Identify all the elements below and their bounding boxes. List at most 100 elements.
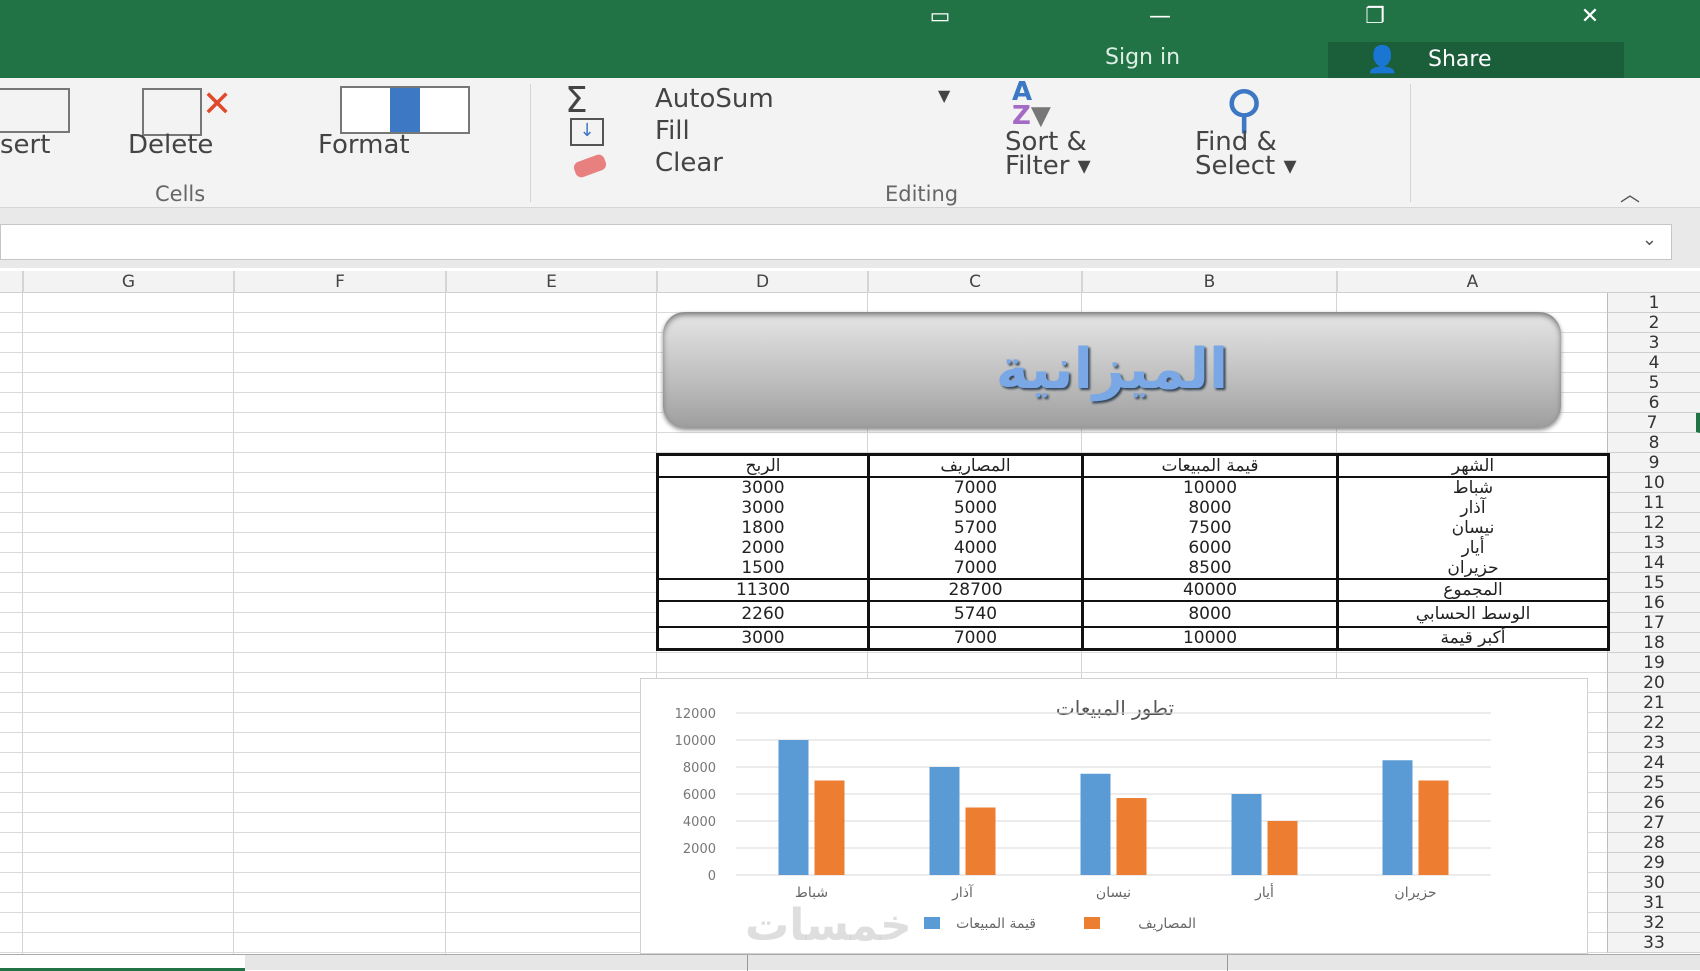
sort-filter-button[interactable]: Sort & Filter ▾ — [1005, 129, 1091, 179]
table-cell[interactable]: 1800 — [656, 518, 870, 538]
autosum-dropdown-icon[interactable]: ▼ — [938, 86, 950, 105]
table-cell[interactable]: الوسط الحسابي — [1336, 601, 1610, 628]
ribbon-display-options-icon[interactable]: ▭ — [910, 4, 970, 30]
format-button[interactable]: Format — [318, 130, 410, 160]
column-header[interactable]: F — [233, 271, 445, 293]
row-header[interactable]: 11 — [1607, 493, 1700, 513]
column-header[interactable]: C — [867, 271, 1081, 293]
row-header[interactable]: 23 — [1607, 733, 1700, 753]
row-header[interactable]: 21 — [1607, 693, 1700, 713]
bar — [814, 780, 845, 875]
table-cell[interactable]: قيمة المبيعات — [1081, 453, 1339, 478]
delete-button[interactable]: Delete — [128, 130, 213, 160]
row-header[interactable]: 10 — [1607, 473, 1700, 493]
row-header[interactable]: 13 — [1607, 533, 1700, 553]
row-header[interactable]: 28 — [1607, 833, 1700, 853]
row-header[interactable]: 30 — [1607, 873, 1700, 893]
table-cell[interactable]: 3000 — [656, 498, 870, 518]
minimize-icon[interactable]: — — [1130, 4, 1190, 30]
row-header[interactable]: 17 — [1607, 613, 1700, 633]
restore-icon[interactable]: ❐ — [1345, 4, 1405, 30]
row-header[interactable]: 19 — [1607, 653, 1700, 673]
budget-table: الربح المصاريف قيمة المبيعات الشهر 3000 7000 1… — [656, 453, 1610, 651]
table-cell[interactable]: نيسان — [1336, 518, 1610, 538]
row-header[interactable]: 12 — [1607, 513, 1700, 533]
table-cell[interactable]: 1500 — [656, 558, 870, 579]
table-cell[interactable]: شباط — [1336, 477, 1610, 498]
budget-banner-shape[interactable]: الميزانية — [663, 312, 1561, 428]
autosum-button[interactable]: AutoSum — [655, 84, 774, 114]
find-select-button[interactable]: Find & Select ▾ — [1195, 129, 1297, 179]
row-header[interactable]: 1 — [1607, 293, 1700, 313]
formula-input[interactable]: ⌄ — [0, 224, 1672, 260]
column-header[interactable]: D — [656, 271, 867, 293]
row-header[interactable]: 33 — [1607, 933, 1700, 953]
collapse-ribbon-icon[interactable]: ︿ — [1620, 178, 1640, 207]
table-cell[interactable]: 4000 — [867, 538, 1084, 558]
sheet-tab-active[interactable] — [0, 955, 245, 971]
table-cell[interactable]: 11300 — [656, 578, 870, 602]
row-header[interactable]: 25 — [1607, 773, 1700, 793]
table-cell[interactable]: الشهر — [1336, 453, 1610, 478]
table-cell[interactable]: 40000 — [1081, 578, 1339, 602]
table-cell[interactable]: 3000 — [656, 477, 870, 498]
table-cell[interactable]: أيار — [1336, 538, 1610, 558]
expand-formula-icon[interactable]: ⌄ — [1642, 229, 1657, 250]
table-cell[interactable]: آذار — [1336, 498, 1610, 518]
table-cell[interactable]: المصاريف — [867, 453, 1084, 478]
row-header[interactable]: 2 — [1607, 313, 1700, 333]
table-cell[interactable]: 2260 — [656, 601, 870, 628]
row-header[interactable]: 18 — [1607, 633, 1700, 653]
row-header[interactable]: 26 — [1607, 793, 1700, 813]
table-cell[interactable]: المجموع — [1336, 578, 1610, 602]
row-header[interactable]: 5 — [1607, 373, 1700, 393]
row-header[interactable]: 24 — [1607, 753, 1700, 773]
insert-button[interactable]: sert — [0, 130, 50, 160]
row-header[interactable]: 4 — [1607, 353, 1700, 373]
row-header[interactable]: 6 — [1607, 393, 1700, 413]
column-header[interactable]: G — [22, 271, 233, 293]
sheet-tab[interactable] — [750, 955, 1228, 971]
row-header[interactable]: 29 — [1607, 853, 1700, 873]
row-header[interactable]: 22 — [1607, 713, 1700, 733]
table-cell[interactable]: 7000 — [867, 558, 1084, 579]
share-button[interactable]: 👤 Share — [1328, 42, 1624, 78]
row-header[interactable]: 9 — [1607, 453, 1700, 473]
table-cell[interactable]: 2000 — [656, 538, 870, 558]
row-header[interactable]: 27 — [1607, 813, 1700, 833]
clear-button[interactable]: Clear — [655, 148, 723, 178]
row-header[interactable]: 31 — [1607, 893, 1700, 913]
row-header[interactable]: 8 — [1607, 433, 1700, 453]
table-cell[interactable]: 5740 — [867, 601, 1084, 628]
table-cell[interactable]: 10000 — [1081, 477, 1339, 498]
table-cell[interactable]: 8000 — [1081, 498, 1339, 518]
table-cell[interactable]: 5000 — [867, 498, 1084, 518]
table-cell[interactable]: 8000 — [1081, 601, 1339, 628]
close-icon[interactable]: ✕ — [1560, 4, 1620, 30]
column-header[interactable]: A — [1336, 271, 1607, 293]
fill-button[interactable]: Fill — [655, 116, 690, 146]
row-header[interactable]: 15 — [1607, 573, 1700, 593]
row-header[interactable]: 14 — [1607, 553, 1700, 573]
table-cell[interactable]: 3000 — [656, 627, 870, 651]
row-header[interactable]: 16 — [1607, 593, 1700, 613]
sheet-tab[interactable] — [248, 955, 748, 971]
table-cell[interactable]: 10000 — [1081, 627, 1339, 651]
table-cell[interactable]: الربح — [656, 453, 870, 478]
table-cell[interactable]: 6000 — [1081, 538, 1339, 558]
table-cell[interactable]: 7500 — [1081, 518, 1339, 538]
row-header[interactable]: 32 — [1607, 913, 1700, 933]
column-header[interactable]: B — [1081, 271, 1336, 293]
row-header[interactable]: 7 — [1607, 413, 1700, 433]
sign-in-link[interactable]: Sign in — [1105, 45, 1180, 70]
column-header[interactable]: E — [445, 271, 656, 293]
table-cell[interactable]: 8500 — [1081, 558, 1339, 579]
row-header[interactable]: 3 — [1607, 333, 1700, 353]
table-cell[interactable]: 28700 — [867, 578, 1084, 602]
table-cell[interactable]: 7000 — [867, 477, 1084, 498]
table-cell[interactable]: حزيران — [1336, 558, 1610, 579]
table-cell[interactable]: أكبر قيمة — [1336, 627, 1610, 651]
row-header[interactable]: 20 — [1607, 673, 1700, 693]
table-cell[interactable]: 5700 — [867, 518, 1084, 538]
table-cell[interactable]: 7000 — [867, 627, 1084, 651]
